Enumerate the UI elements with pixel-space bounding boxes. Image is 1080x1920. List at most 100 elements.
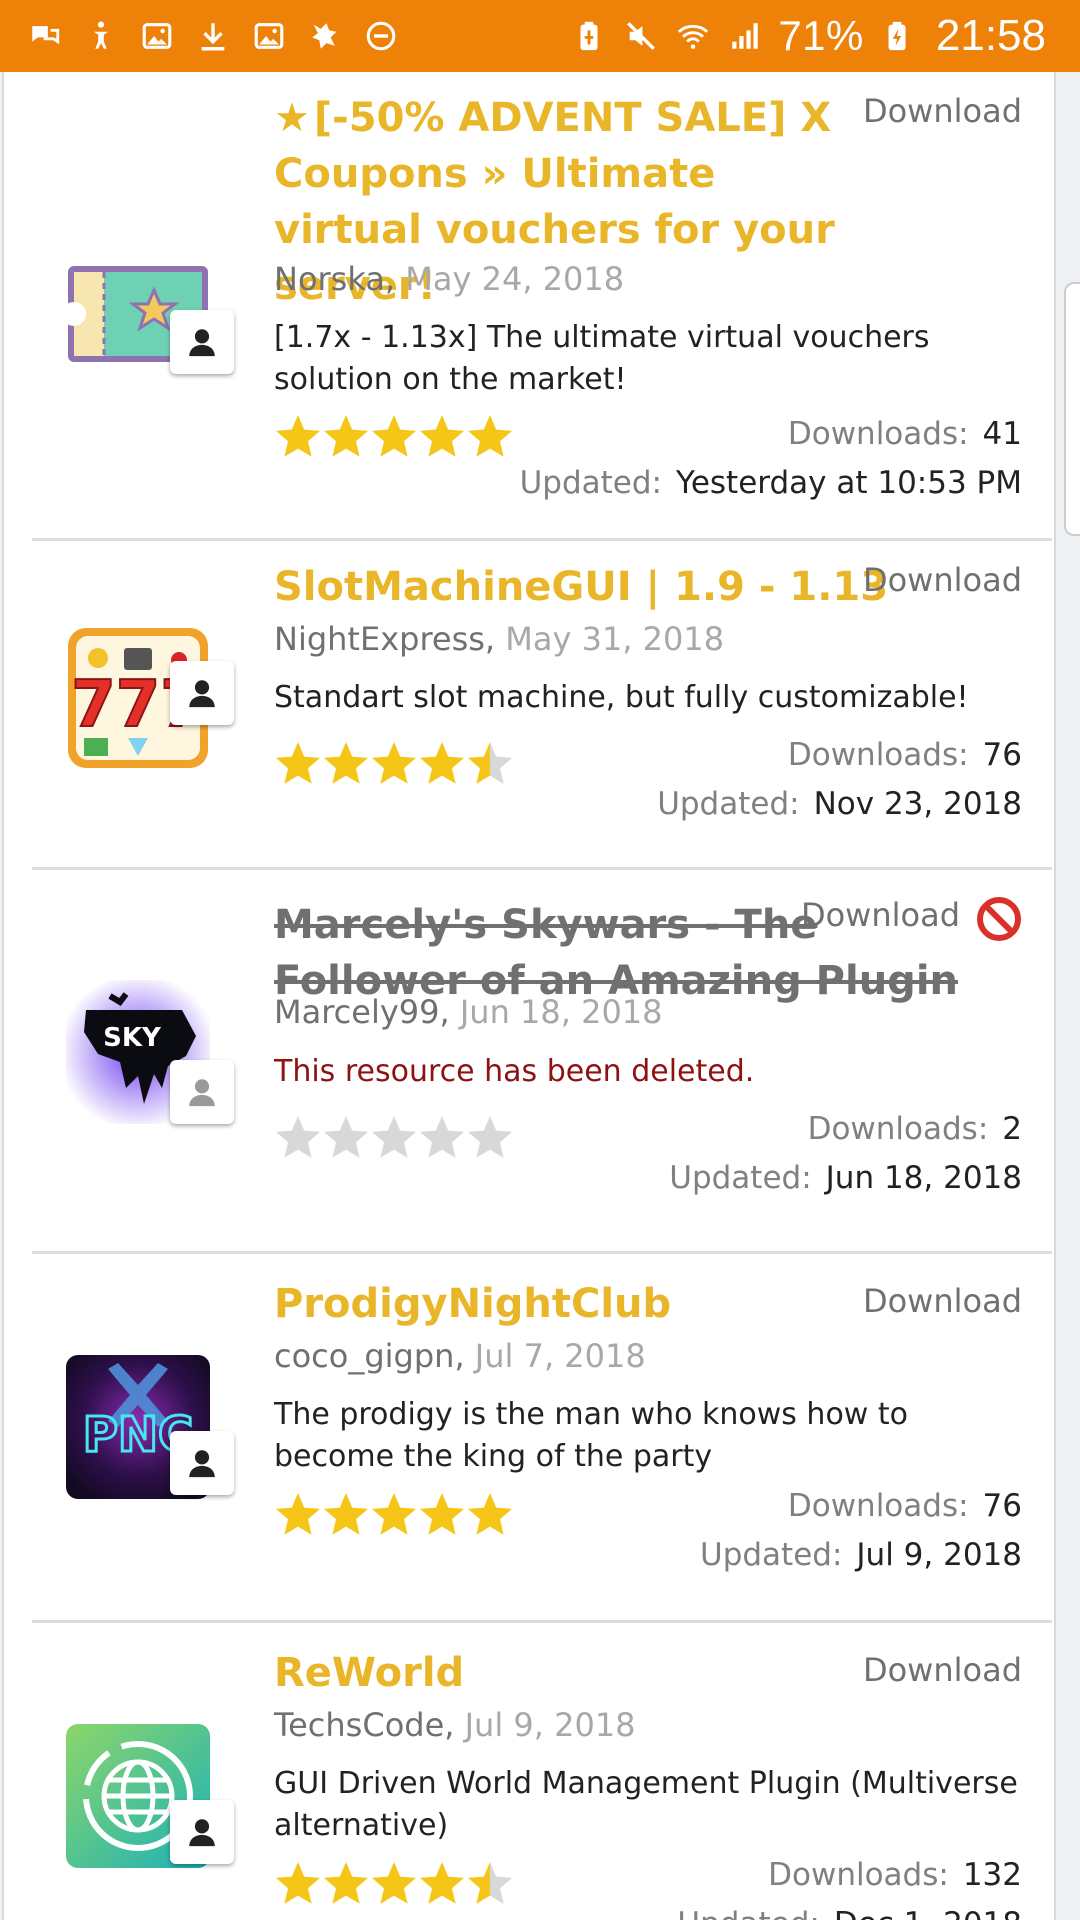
star-empty-icon (420, 1116, 464, 1158)
status-bar: 71% 21:58 (0, 0, 1080, 72)
author-avatar[interactable] (170, 1060, 234, 1124)
star-full-icon (372, 742, 416, 784)
minus-circle-icon (364, 19, 398, 53)
resource-list-page: ★ [-50% ADVENT SALE] X Coupons » Ultimate… (0, 72, 1080, 1920)
updated-stat: Updated: Jun 18, 2018 (669, 1156, 1022, 1200)
updated-label: Updated: (519, 465, 663, 501)
updated-label: Updated: (677, 1906, 819, 1920)
deleted-ban-icon (976, 896, 1022, 942)
star-full-icon (324, 415, 368, 457)
chat-icon (28, 19, 62, 53)
resource-description: [1.7x - 1.13x] The ultimate virtual vouc… (274, 320, 930, 397)
star-full-icon (372, 1862, 416, 1904)
battery-icon (878, 19, 916, 53)
rating-stars (274, 1113, 514, 1161)
downloads-label: Downloads: (787, 737, 969, 773)
star-full-icon (324, 1493, 368, 1535)
download-link[interactable]: Download (863, 1651, 1022, 1689)
image-icon (140, 19, 174, 53)
resource-meta: coco_gigpn, Jul 7, 2018 (274, 1337, 646, 1375)
download-link[interactable]: Download (863, 561, 1022, 599)
resource-list: ★ [-50% ADVENT SALE] X Coupons » Ultimate… (2, 72, 1056, 1920)
star-empty-icon (276, 1116, 320, 1158)
resource-description: GUI Driven World Management Plugin (Mult… (274, 1766, 1018, 1843)
release-date: Jul 7, 2018 (474, 1337, 646, 1375)
downloads-value: 132 (962, 1857, 1022, 1893)
scroll-handle[interactable] (1064, 282, 1080, 536)
resource-meta: Marcely99, Jun 18, 2018 (274, 993, 663, 1031)
author-link[interactable]: TechsCode (274, 1706, 444, 1744)
author-avatar[interactable] (170, 661, 234, 725)
updated-value: Jun 18, 2018 (825, 1160, 1022, 1196)
downloads-stat: Downloads: 2 (808, 1107, 1022, 1151)
downloads-value: 76 (982, 737, 1022, 773)
downloads-label: Downloads: (807, 1111, 989, 1147)
resource-item: 777 SlotMachineGUI | 1.9 - 1.13 Download… (32, 541, 1052, 870)
downloads-label: Downloads: (787, 1488, 969, 1524)
star-half-icon (468, 742, 512, 784)
star-empty-icon (468, 1116, 512, 1158)
rating-stars (274, 739, 514, 787)
resource-meta: NightExpress, May 31, 2018 (274, 620, 725, 658)
rating-stars (274, 1490, 514, 1538)
author-link[interactable]: Marcely99 (274, 993, 440, 1031)
star-full-icon (372, 1493, 416, 1535)
updated-value: Dec 1, 2018 (834, 1906, 1022, 1920)
star-full-icon (420, 1493, 464, 1535)
resource-item: ★ [-50% ADVENT SALE] X Coupons » Ultimate… (32, 72, 1052, 541)
star-full-icon (420, 742, 464, 784)
star-full-icon (324, 742, 368, 784)
resource-description: The prodigy is the man who knows how to … (274, 1397, 908, 1474)
updated-stat: Updated: Dec 1, 2018 (677, 1902, 1022, 1920)
downloads-stat: Downloads: 76 (788, 1484, 1022, 1528)
resource-meta: Norska, May 24, 2018 (274, 260, 625, 298)
author-avatar[interactable] (170, 310, 234, 374)
star-full-icon (276, 1862, 320, 1904)
notification-icons (0, 19, 398, 53)
star-empty-icon (324, 1116, 368, 1158)
rating-stars (274, 1859, 514, 1907)
resource-item: PNC ProdigyNightClub Download coco_gigpn… (32, 1254, 1052, 1623)
author-link[interactable]: NightExpress (274, 620, 485, 658)
author-avatar[interactable] (170, 1800, 234, 1864)
updated-stat: Updated: Jul 9, 2018 (700, 1533, 1022, 1577)
star-full-icon (468, 415, 512, 457)
updated-value: Jul 9, 2018 (856, 1537, 1022, 1573)
updated-label: Updated: (669, 1160, 812, 1196)
battery-saver-icon (570, 19, 608, 53)
resource-title[interactable]: SlotMachineGUI | 1.9 - 1.13 (274, 559, 894, 615)
star-full-icon (324, 1862, 368, 1904)
star-full-icon (276, 742, 320, 784)
resource-meta: TechsCode, Jul 9, 2018 (274, 1706, 636, 1744)
download-link[interactable]: Download (801, 896, 960, 934)
star-half-icon (468, 1862, 512, 1904)
star-full-icon (420, 1862, 464, 1904)
resource-title[interactable]: ProdigyNightClub (274, 1276, 874, 1332)
downloads-stat: Downloads: 76 (788, 733, 1022, 777)
download-link[interactable]: Download (863, 92, 1022, 130)
signal-icon (726, 19, 764, 53)
updated-label: Updated: (657, 786, 800, 822)
resource-item-deleted: SKY Marcely's Skywars - The Follower of … (32, 870, 1052, 1254)
sky-logo-text: SKY (103, 1023, 162, 1053)
star-full-icon (468, 1493, 512, 1535)
downloads-label: Downloads: (787, 416, 969, 452)
star-full-icon (276, 415, 320, 457)
star-full-icon (420, 415, 464, 457)
downloads-stat: Downloads: 41 (788, 412, 1022, 456)
downloads-value: 41 (982, 416, 1022, 452)
download-link[interactable]: Download (863, 1282, 1022, 1320)
author-link[interactable]: coco_gigpn (274, 1337, 454, 1375)
mute-icon (622, 19, 660, 53)
release-date: Jun 18, 2018 (459, 993, 663, 1031)
star-full-icon (276, 1493, 320, 1535)
author-avatar[interactable] (170, 1431, 234, 1495)
downloads-value: 76 (982, 1488, 1022, 1524)
download-icon (196, 19, 230, 53)
downloads-value: 2 (1002, 1111, 1022, 1147)
resource-title[interactable]: ReWorld (274, 1645, 874, 1701)
downloads-label: Downloads: (768, 1857, 949, 1893)
updated-label: Updated: (700, 1537, 843, 1573)
downloads-stat: Downloads: 132 (768, 1853, 1022, 1897)
author-link[interactable]: Norska (274, 260, 385, 298)
